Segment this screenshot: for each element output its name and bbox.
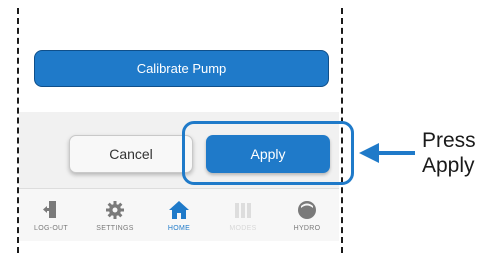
tab-modes-label: MODES (229, 225, 257, 232)
tab-settings-label: SETTINGS (96, 225, 134, 232)
apply-highlight-box (182, 121, 354, 185)
tab-modes[interactable]: MODES (211, 199, 275, 232)
tab-hydro[interactable]: HYDRO (275, 199, 339, 232)
modes-icon (232, 199, 254, 221)
tab-home-label: HOME (167, 225, 191, 232)
tab-logout[interactable]: LOG-OUT (19, 199, 83, 232)
calibrate-pump-button[interactable]: Calibrate Pump (34, 50, 329, 87)
cancel-button[interactable]: Cancel (69, 135, 193, 173)
hydro-icon (296, 199, 318, 221)
callout-line-2: Apply (422, 154, 475, 177)
home-icon (168, 199, 190, 221)
tab-home[interactable]: HOME (147, 199, 211, 232)
tab-logout-label: LOG-OUT (34, 225, 68, 232)
logout-icon (40, 199, 62, 221)
tab-hydro-label: HYDRO (293, 225, 321, 232)
callout-line-1: Press (422, 129, 476, 152)
tab-settings[interactable]: SETTINGS (83, 199, 147, 232)
callout-text: Press Apply (422, 128, 476, 178)
callout-arrow-icon (359, 143, 415, 163)
gear-icon (104, 199, 126, 221)
tab-bar: LOG-OUT SETTINGS HOME MODES HYDRO (19, 188, 339, 241)
